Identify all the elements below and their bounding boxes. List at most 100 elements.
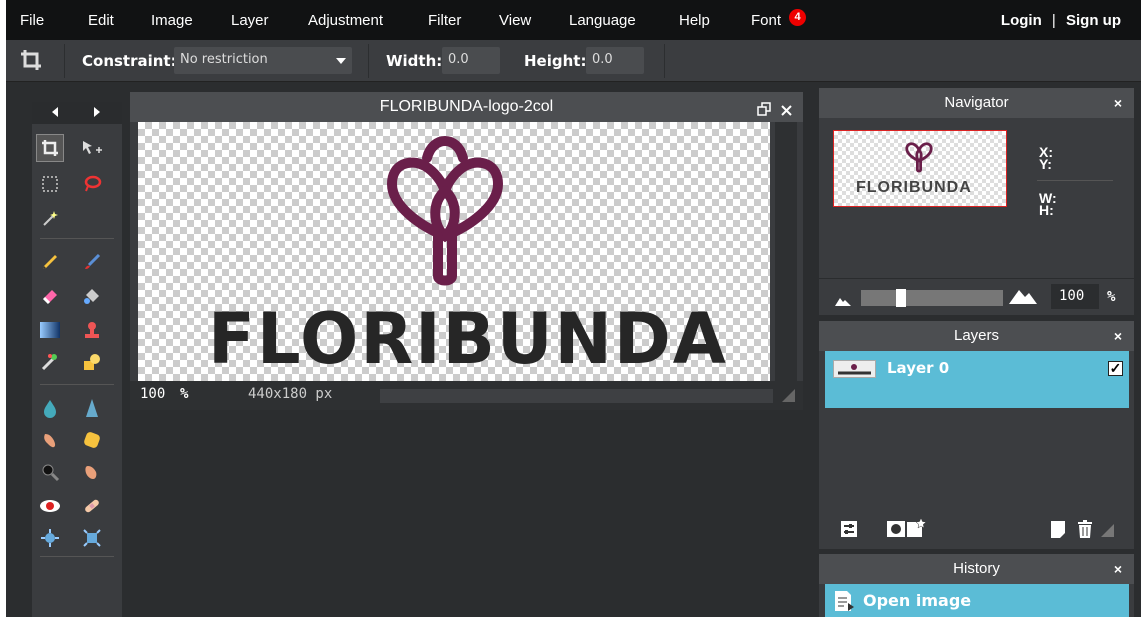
navigator-zoom-row: 100 % [819,278,1134,314]
resize-grip-icon[interactable] [782,389,795,402]
toolbar-separator [664,44,665,78]
arrow-right-icon[interactable] [94,107,100,117]
pencil-tool-icon[interactable] [36,248,64,276]
image-canvas[interactable]: FLORIBUNDA [138,122,770,381]
history-item-label: Open image [863,591,972,610]
hand-tool-icon[interactable] [78,458,106,486]
delete-layer-icon[interactable] [1077,520,1093,543]
zoom-out-icon[interactable] [835,293,851,311]
navigator-title: Navigator [944,94,1009,111]
eraser-tool-icon[interactable] [36,282,64,310]
nav-y-label: Y: [1039,156,1052,172]
auth-separator: | [1051,12,1056,29]
doc-zoom-value[interactable]: 100 [140,386,165,402]
crop-tool-icon [20,49,42,76]
menu-file[interactable]: File [20,12,44,30]
constraint-label: Constraint: [82,52,177,70]
width-field[interactable]: 0.0 [442,47,500,74]
shape-tool-icon[interactable] [78,348,106,376]
zoom-slider[interactable] [861,289,1003,307]
bloat-tool-icon[interactable] [36,524,64,552]
width-label: Width: [386,52,443,70]
chevron-down-icon [336,58,346,64]
bandage-tool-icon[interactable] [78,492,106,520]
close-icon[interactable]: × [1114,88,1122,118]
layers-panel: Layers × Layer 0 ✓ [819,321,1134,549]
layers-header[interactable]: Layers × [819,321,1134,351]
menu-view[interactable]: View [499,12,531,30]
height-field[interactable]: 0.0 [586,47,644,74]
constraint-value: No restriction [180,52,268,67]
horizontal-scrollbar[interactable] [380,389,773,403]
history-panel: History × Open image [819,554,1134,617]
arrow-left-icon[interactable] [52,107,58,117]
doc-zoom-unit: % [180,386,189,402]
auth-links: Login | Sign up [1001,12,1121,29]
vertical-scrollbar[interactable] [775,122,797,381]
document-window: FLORIBUNDA-logo-2col FLORIBUNDA 100 % 44… [130,92,803,410]
fill-tool-icon[interactable] [78,282,106,310]
tool-divider [40,384,114,385]
layers-resize-icon[interactable] [1101,524,1114,537]
menu-image[interactable]: Image [151,12,193,30]
marquee-tool-icon[interactable] [36,170,64,198]
floribunda-logo-mark [380,135,510,291]
lasso-tool-icon[interactable] [78,170,106,198]
layer-settings-icon[interactable] [841,521,857,542]
navigator-panel: Navigator × FLORIBUNDA X: Y: W: H: 100 % [819,88,1134,315]
nav-h-label: H: [1039,202,1054,218]
menu-edit[interactable]: Edit [88,12,114,30]
close-icon[interactable]: × [1114,321,1122,351]
signup-link[interactable]: Sign up [1066,12,1121,29]
history-item[interactable]: Open image [825,584,1129,617]
document-status-bar: 100 % 440x180 px [130,381,803,410]
layer-styles-icon[interactable] [907,517,927,543]
magic-wand-icon[interactable] [36,204,64,232]
close-icon[interactable]: × [1114,554,1122,584]
layer-visibility-checkbox[interactable]: ✓ [1108,361,1123,376]
navigator-thumbnail[interactable]: FLORIBUNDA [833,130,1007,207]
thumbnail-wordmark: FLORIBUNDA [856,179,972,196]
doc-dimensions: 440x180 px [248,386,333,402]
layer-mask-icon[interactable] [887,521,905,542]
move-tool-icon[interactable] [78,134,106,162]
login-link[interactable]: Login [1001,12,1042,29]
zoom-in-icon[interactable] [1009,288,1037,309]
font-badge: 4 [789,9,806,26]
constraint-select[interactable]: No restriction [174,47,352,74]
layer-name: Layer 0 [887,359,950,377]
logo-wordmark: FLORIBUNDA [208,298,728,380]
menu-language[interactable]: Language [569,12,636,30]
layer-row[interactable]: Layer 0 ✓ [825,351,1129,408]
sponge-tool-icon[interactable] [78,426,106,454]
menu-adjustment[interactable]: Adjustment [308,12,383,30]
layers-footer [819,511,1134,549]
open-document-icon [835,591,855,616]
color-replace-icon[interactable] [36,348,64,376]
smudge-tool-icon[interactable] [36,426,64,454]
zoom-slider-thumb[interactable] [896,289,906,307]
menu-filter[interactable]: Filter [428,12,461,30]
navigator-zoom-input[interactable]: 100 [1051,284,1099,309]
navigator-zoom-unit: % [1107,289,1116,305]
menu-layer[interactable]: Layer [231,12,269,30]
document-title-bar[interactable]: FLORIBUNDA-logo-2col [130,92,803,122]
zoom-tool-icon[interactable] [36,458,64,486]
new-layer-icon[interactable] [1051,521,1065,543]
red-eye-tool-icon[interactable] [36,492,64,520]
brush-tool-icon[interactable] [78,248,106,276]
menu-font[interactable]: Font [751,12,781,30]
gradient-tool-icon[interactable] [36,316,64,344]
menu-help[interactable]: Help [679,12,710,30]
crop-tool-icon[interactable] [36,134,64,162]
navigator-header[interactable]: Navigator × [819,88,1134,118]
layers-title: Layers [953,327,1000,344]
pinch-tool-icon[interactable] [78,524,106,552]
blur-tool-icon[interactable] [36,394,64,422]
history-header[interactable]: History × [819,554,1134,584]
sharpen-tool-icon[interactable] [78,394,106,422]
menu-bar: File Edit Image Layer Adjustment Filter … [6,0,1141,40]
thumbnail-logo-mark [904,135,934,180]
stamp-tool-icon[interactable] [78,316,106,344]
tool-panel [32,102,122,617]
